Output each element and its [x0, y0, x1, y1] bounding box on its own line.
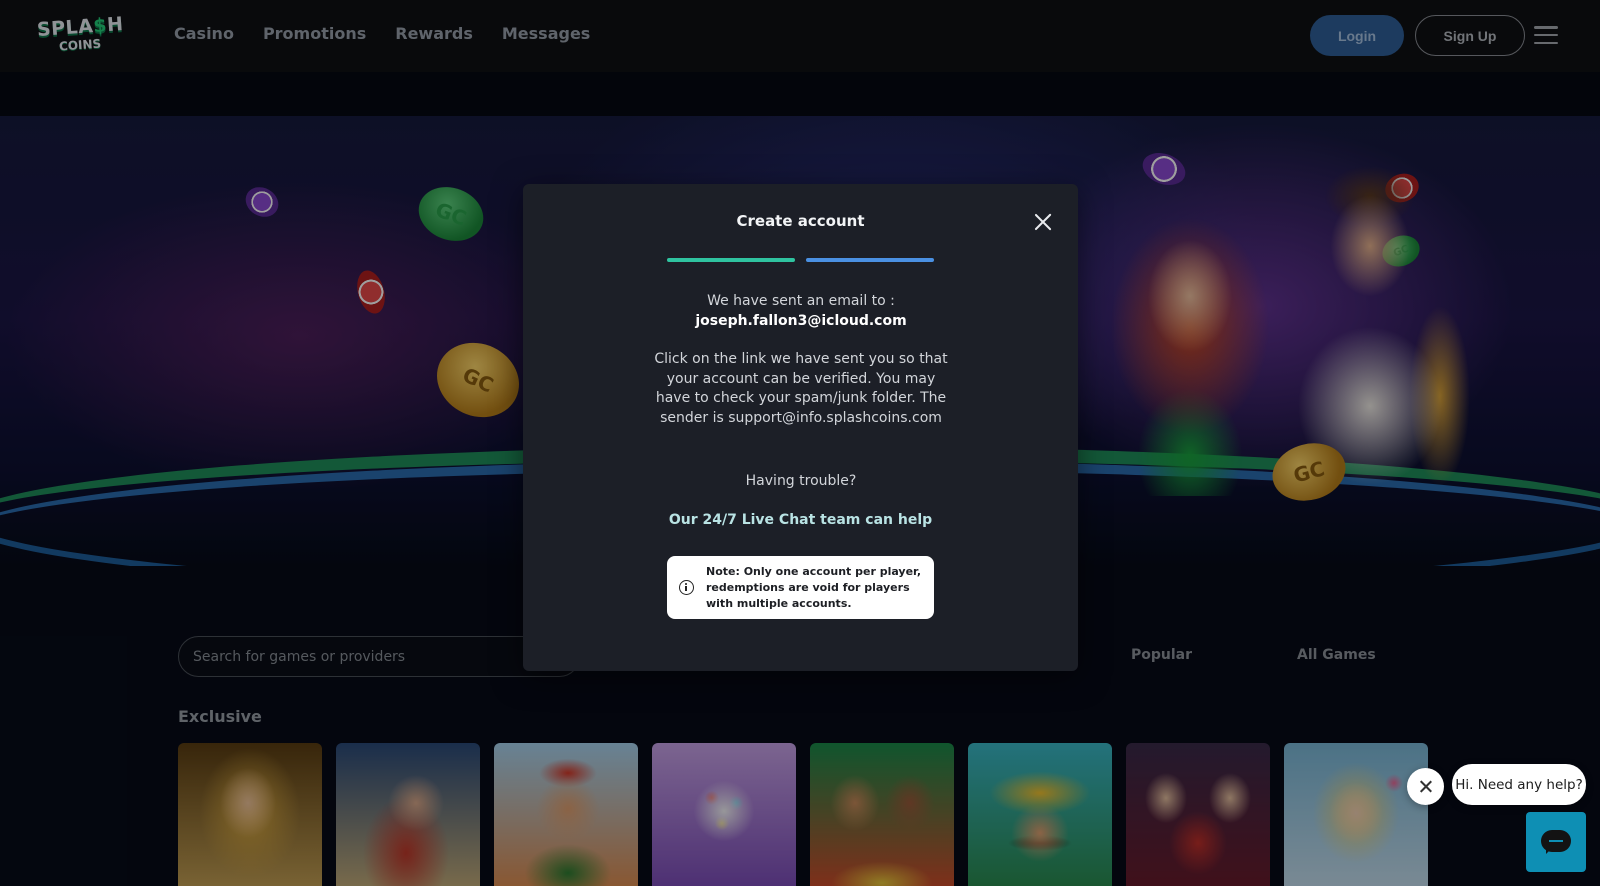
sent-line: We have sent an email to : [707, 293, 895, 309]
close-icon[interactable] [1031, 210, 1055, 234]
modal-title: Create account [736, 212, 865, 230]
page: SPLA$H COINS Casino Promotions Rewards M… [0, 0, 1600, 886]
progress-step-1 [667, 258, 795, 262]
chat-icon [1541, 830, 1571, 854]
email-sent-message: We have sent an email to : joseph.fallon… [653, 292, 949, 331]
chat-dismiss-close-icon[interactable] [1407, 768, 1444, 805]
info-icon [679, 580, 694, 595]
recipient-email: joseph.fallon3@icloud.com [695, 312, 907, 329]
progress-step-2 [806, 258, 934, 262]
note-text: Note: Only one account per player, redem… [706, 565, 922, 610]
account-note: Note: Only one account per player, redem… [667, 556, 934, 619]
live-chat-link[interactable]: Our 24/7 Live Chat team can help [523, 512, 1078, 528]
chat-launcher-button[interactable] [1526, 812, 1586, 872]
verification-instructions: Click on the link we have sent you so th… [654, 351, 948, 426]
having-trouble-text: Having trouble? [745, 473, 857, 489]
progress-steps [667, 258, 934, 262]
create-account-modal: Create account We have sent an email to … [523, 184, 1078, 671]
chat-greeting-bubble[interactable]: Hi. Need any help? [1452, 764, 1586, 805]
